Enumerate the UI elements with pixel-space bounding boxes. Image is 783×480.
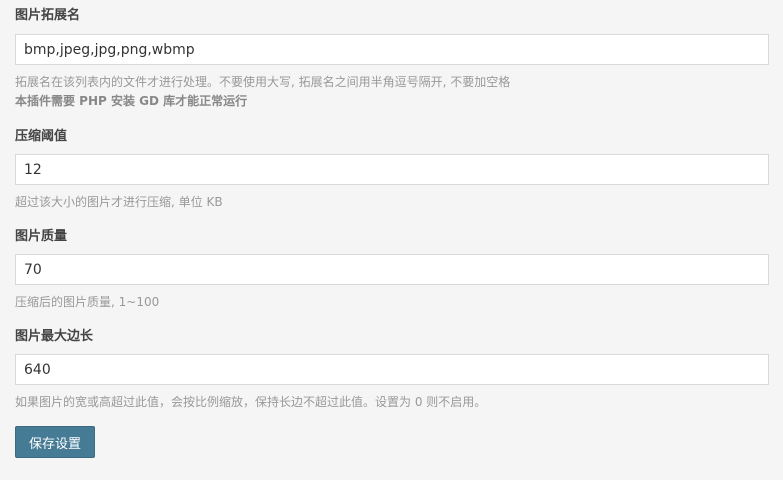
threshold-description: 超过该大小的图片才进行压缩, 单位 KB: [15, 195, 223, 209]
max-edge-label: 图片最大边长: [15, 329, 94, 344]
quality-description: 压缩后的图片质量, 1~100: [15, 295, 160, 309]
quality-label: 图片质量: [15, 229, 68, 244]
gd-requirement-note: 本插件需要 PHP 安装 GD 库才能正常运行: [15, 94, 248, 108]
extensions-input[interactable]: [15, 34, 769, 65]
threshold-label: 压缩阈值: [15, 129, 68, 144]
max-edge-description: 如果图片的宽或高超过此值，会按比例缩放，保持长边不超过此值。设置为 0 则不启用…: [15, 395, 487, 409]
quality-input[interactable]: [15, 254, 769, 285]
max-edge-input[interactable]: [15, 354, 769, 385]
extensions-label: 图片拓展名: [15, 8, 81, 23]
save-settings-button[interactable]: 保存设置: [15, 426, 95, 458]
threshold-input[interactable]: [15, 154, 769, 185]
extensions-description: 拓展名在该列表内的文件才进行处理。不要使用大写, 拓展名之间用半角逗号隔开, 不…: [15, 75, 511, 89]
